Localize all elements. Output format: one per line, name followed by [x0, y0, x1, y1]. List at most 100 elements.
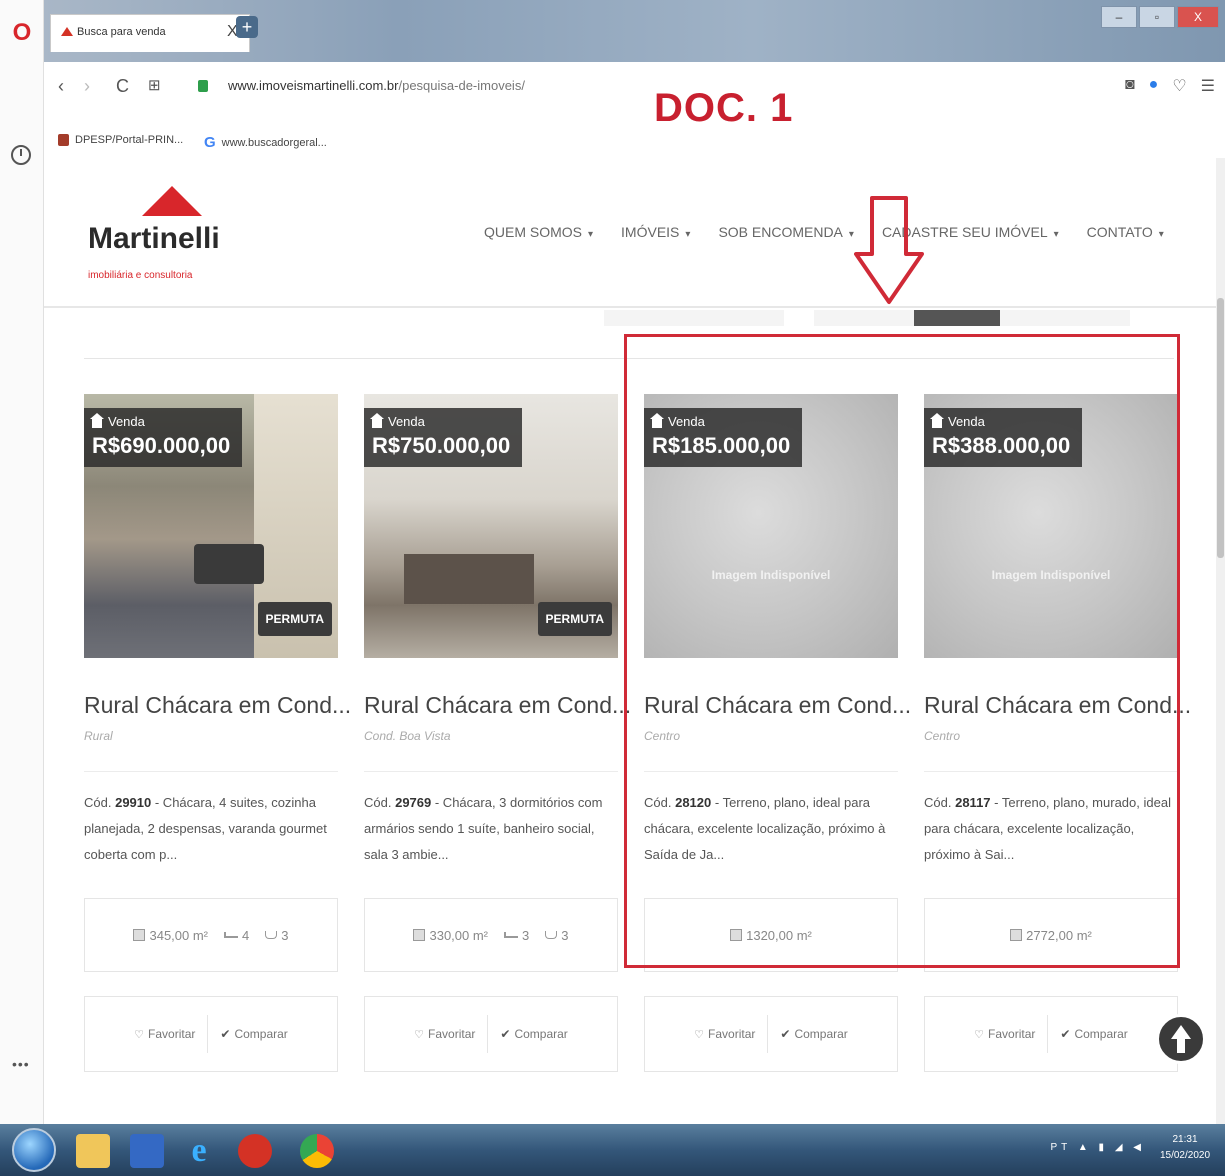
compare-label: Comparar: [234, 1027, 288, 1041]
nav-label: SOB ENCOMENDA: [718, 224, 843, 240]
filter-select[interactable]: [1000, 310, 1130, 326]
home-icon: [370, 412, 384, 428]
bookmarks-bar: DPESP/Portal-PRIN... G www.buscadorgeral…: [44, 126, 1225, 156]
listing-photo[interactable]: Venda R$750.000,00 PERMUTA: [364, 394, 618, 658]
feature-baths: 3: [265, 928, 289, 943]
filter-button[interactable]: [914, 310, 1000, 326]
history-icon[interactable]: [11, 145, 31, 165]
bookmark-buscador[interactable]: G www.buscadorgeral...: [204, 134, 327, 151]
listing-title[interactable]: Rural Chácara em Cond...: [84, 692, 351, 719]
site-tagline: imobiliária e consultoria: [88, 270, 193, 281]
feature-baths: 3: [545, 927, 569, 943]
check-icon: ✔: [1060, 1027, 1071, 1041]
lock-icon[interactable]: [198, 80, 208, 92]
nav-item-sob-encomenda[interactable]: SOB ENCOMENDA ▾: [718, 224, 854, 240]
snapshot-icon[interactable]: ◙: [1125, 76, 1135, 96]
scroll-top-button[interactable]: [1156, 1014, 1206, 1064]
window-controls: – ▫ X: [1101, 6, 1219, 28]
chevron-down-icon: ▾: [685, 229, 691, 240]
check-icon: ✔: [220, 1027, 231, 1041]
heart-icon: ♡: [134, 1028, 145, 1041]
tab-bar: Busca para venda X + ☰ – ▫ X: [44, 0, 1225, 62]
annotation-arrow-icon: [854, 196, 924, 304]
heart-icon: ♡: [414, 1028, 425, 1041]
price-box: Venda R$690.000,00: [84, 408, 243, 467]
opera-sidebar: O •••: [0, 0, 44, 1124]
favorite-button[interactable]: ♡ Favoritar: [402, 1015, 489, 1053]
listing-photo[interactable]: Venda R$690.000,00 PERMUTA: [84, 394, 338, 658]
favorite-button[interactable]: ♡ Favoritar: [962, 1015, 1049, 1053]
taskbar: e PT ▲ ▮ ◢ ◀ 21:31 15/02/2020: [0, 1124, 1225, 1176]
actions-box: ♡ Favoritar ✔ Comparar: [364, 996, 618, 1072]
filter-select[interactable]: [604, 310, 784, 326]
listing-card[interactable]: Venda R$750.000,00 PERMUTA Rural Chácara…: [364, 394, 631, 1072]
compare-button[interactable]: ✔ Comparar: [208, 1027, 299, 1041]
favorite-button[interactable]: ♡ Favoritar: [122, 1015, 209, 1053]
clock-date: 15/02/2020: [1159, 1150, 1211, 1161]
chrome-icon[interactable]: [300, 1134, 334, 1168]
scroll-thumb[interactable]: [1217, 298, 1224, 558]
compare-button[interactable]: ✔ Comparar: [488, 1027, 579, 1041]
page-scrollbar[interactable]: [1216, 158, 1225, 1124]
forward-icon[interactable]: ›: [84, 76, 90, 97]
bookmark-label: www.buscadorgeral...: [221, 136, 327, 149]
opera-icon[interactable]: [238, 1134, 272, 1168]
media-player-icon[interactable]: [130, 1134, 164, 1168]
listing-card[interactable]: Venda R$690.000,00 PERMUTA Rural Chácara…: [84, 394, 351, 1072]
more-icon[interactable]: •••: [12, 1056, 30, 1072]
nav-item-quem-somos[interactable]: QUEM SOMOS ▾: [484, 224, 593, 240]
feature-area: 345,00 m²: [133, 928, 208, 943]
system-tray[interactable]: PT ▲ ▮ ◢ ◀: [1050, 1142, 1145, 1153]
minimize-button[interactable]: –: [1101, 6, 1137, 28]
language-indicator[interactable]: PT: [1050, 1142, 1071, 1153]
listing-title[interactable]: Rural Chácara em Cond...: [364, 692, 631, 719]
feature-beds: 4: [224, 928, 249, 943]
actions-box: ♡ Favoritar ✔ Comparar: [84, 996, 338, 1072]
listing-location: Rural: [84, 729, 113, 743]
highlight-box: [624, 334, 1180, 968]
nav-item-contato[interactable]: CONTATO ▾: [1087, 224, 1164, 240]
speed-dial-icon[interactable]: ⊞: [148, 76, 161, 94]
taskbar-clock[interactable]: 21:31 15/02/2020: [1155, 1132, 1215, 1164]
code-prefix: Cód.: [84, 795, 112, 810]
internet-explorer-icon[interactable]: e: [182, 1134, 216, 1168]
maximize-button[interactable]: ▫: [1139, 6, 1175, 28]
start-button[interactable]: [12, 1128, 56, 1172]
site-logo[interactable]: Martinelli: [88, 222, 220, 256]
nav-item-imoveis[interactable]: IMÓVEIS ▾: [621, 224, 690, 240]
url-path: /pesquisa-de-imoveis/: [398, 78, 525, 93]
tab-busca[interactable]: Busca para venda X: [50, 14, 250, 52]
bookmark-dpesp[interactable]: DPESP/Portal-PRIN...: [58, 134, 183, 146]
back-icon[interactable]: ‹: [58, 76, 64, 97]
price-box: Venda R$750.000,00: [364, 408, 523, 467]
compare-button[interactable]: ✔ Comparar: [768, 1027, 859, 1041]
menu-icon[interactable]: ☰: [1201, 76, 1215, 96]
bookmark-label: DPESP/Portal-PRIN...: [75, 134, 184, 146]
opera-logo-icon[interactable]: O: [10, 20, 34, 46]
url-host: www.imoveismartinelli.com.br: [228, 78, 399, 93]
bath-icon: [545, 931, 558, 939]
vpn-icon[interactable]: ●: [1149, 76, 1159, 96]
features-box: 330,00 m² 3 3: [364, 898, 618, 972]
actions-box: ♡ Favoritar ✔ Comparar: [644, 996, 898, 1072]
feature-area: 330,00 m²: [413, 928, 488, 943]
bath-icon: [265, 931, 278, 939]
compare-button[interactable]: ✔ Comparar: [1048, 1027, 1139, 1041]
close-window-button[interactable]: X: [1177, 6, 1219, 28]
favorite-button[interactable]: ♡ Favoritar: [682, 1015, 769, 1053]
filter-select[interactable]: [814, 310, 914, 326]
check-icon: ✔: [780, 1027, 791, 1041]
new-tab-button[interactable]: +: [236, 16, 258, 38]
reload-icon[interactable]: C: [116, 76, 129, 97]
listing-code: 29769: [395, 795, 432, 810]
file-explorer-icon[interactable]: [76, 1134, 110, 1168]
divider: [84, 771, 338, 772]
home-icon: [90, 412, 104, 428]
area-value: 330,00 m²: [429, 927, 489, 943]
baths-value: 3: [561, 927, 569, 943]
area-icon: [413, 929, 426, 941]
logo-roof-icon[interactable]: [142, 186, 202, 216]
url-field[interactable]: www.imoveismartinelli.com.br/pesquisa-de…: [228, 78, 525, 93]
main-nav: QUEM SOMOS ▾ IMÓVEIS ▾ SOB ENCOMENDA ▾ CADA…: [484, 224, 1164, 240]
heart-bookmark-icon[interactable]: ♡: [1172, 76, 1186, 96]
